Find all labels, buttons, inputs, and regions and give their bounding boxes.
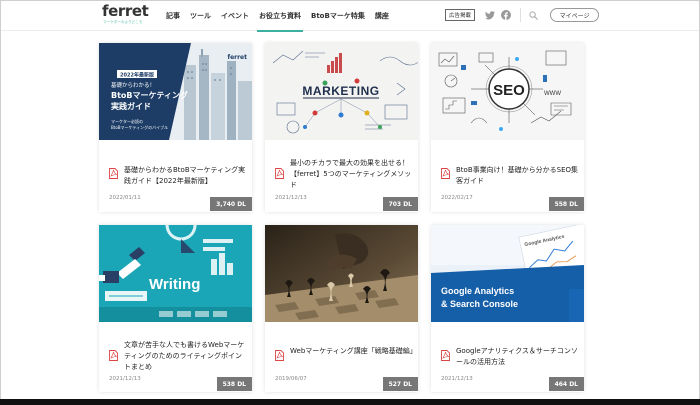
thumb-line3: 実践ガイド	[111, 101, 151, 111]
card-title[interactable]: Googleアナリティクス＆サーチコンソールの活用方法	[456, 346, 580, 368]
nav-articles[interactable]: 記事	[161, 1, 185, 31]
thumbnail-btob-guide: 2022年最新版 基礎からわかる！ BtoBマーケティング 実践ガイド マーケタ…	[99, 43, 252, 140]
thumbnail-seo: SEO WWW	[431, 43, 584, 140]
pdf-icon	[441, 168, 450, 179]
resource-card[interactable]: SEO WWW BtoB事業向け！基礎から分かるSEO集客ガイド 2022/02…	[431, 43, 584, 212]
thumb-word: MARKETING	[302, 84, 379, 98]
thumb-word: Writing	[149, 276, 200, 293]
nav-tools[interactable]: ツール	[185, 1, 216, 31]
resource-card[interactable]: Writing 文章が苦手な人でも書けるWebマーケティングのためのライティング…	[99, 225, 252, 392]
nav-btob-feature[interactable]: BtoBマーケ特集	[306, 1, 370, 31]
thumb-badge: 2022年最新版	[120, 72, 154, 79]
thumb-line1: 基礎からわかる！	[111, 81, 155, 89]
site-header: ferret マーケターのよりどころ 記事 ツール イベント お役立ち資料 Bt…	[1, 1, 699, 32]
pdf-icon	[275, 350, 284, 361]
thumbnail-google-analytics: Google Analytics Google Analytics & Sear…	[431, 225, 584, 322]
card-title[interactable]: 文章が苦手な人でも書けるWebマーケティングのためのライティングポイントまとめ	[124, 340, 248, 373]
download-count-badge: 3,740 DL	[210, 197, 252, 211]
thumb-line2: BtoBマーケティング	[111, 90, 188, 100]
header-right: 広告掲載 マイページ	[445, 8, 600, 22]
thumb-foot2: BtoBマーケティングのバイブル	[111, 124, 168, 130]
pdf-icon	[109, 350, 118, 361]
site-logo[interactable]: ferret マーケターのよりどころ	[102, 2, 149, 27]
thumb-brand: ferret	[227, 54, 247, 61]
thumbnail-chess	[265, 225, 418, 322]
ad-placement-button[interactable]: 広告掲載	[445, 9, 476, 21]
thumb-line2: & Search Console	[441, 299, 518, 309]
download-count-badge: 538 DL	[216, 377, 252, 391]
download-count-badge: 703 DL	[382, 197, 418, 211]
search-icon[interactable]	[528, 10, 538, 20]
card-title[interactable]: Webマーケティング講座「戦略基礎編」	[290, 346, 417, 357]
download-count-badge: 558 DL	[548, 197, 584, 211]
logo-tagline: マーケターのよりどころ	[103, 20, 143, 24]
nav-resources[interactable]: お役立ち資料	[254, 1, 306, 32]
thumbnail-writing: Writing	[99, 225, 252, 322]
resource-card[interactable]: Google Analytics Google Analytics & Sear…	[431, 225, 584, 392]
twitter-icon[interactable]	[485, 10, 496, 20]
mypage-button[interactable]: マイページ	[550, 8, 600, 22]
card-date: 2019/06/07	[275, 376, 307, 382]
card-title[interactable]: 基礎からわかるBtoBマーケティング実践ガイド【2022年最新版】	[124, 165, 248, 187]
window-bottom-edge	[0, 399, 700, 405]
thumbnail-marketing: MARKETING	[265, 43, 418, 140]
resource-card[interactable]: 2022年最新版 基礎からわかる！ BtoBマーケティング 実践ガイド マーケタ…	[99, 43, 252, 212]
card-title[interactable]: 最小のチカラで最大の効果を出せる！【ferret】5つのマーケティングメソッド	[290, 158, 414, 191]
card-date: 2021/12/13	[109, 376, 141, 382]
thumb-www: WWW	[544, 91, 561, 97]
thumb-foot1: マーケター必読の	[111, 118, 143, 124]
download-count-badge: 527 DL	[382, 377, 418, 391]
logo-word: ferret	[102, 2, 149, 20]
thumb-word: SEO	[493, 82, 525, 99]
nav-courses[interactable]: 講座	[370, 1, 394, 31]
card-date: 2022/01/11	[109, 195, 141, 201]
pdf-icon	[441, 350, 450, 361]
pdf-icon	[275, 168, 284, 179]
main-nav: 記事 ツール イベント お役立ち資料 BtoBマーケ特集 講座	[161, 1, 394, 32]
download-count-badge: 464 DL	[548, 377, 584, 391]
nav-events[interactable]: イベント	[216, 1, 254, 31]
card-title[interactable]: BtoB事業向け！基礎から分かるSEO集客ガイド	[456, 165, 580, 187]
card-date: 2021/12/13	[441, 376, 473, 382]
resource-card[interactable]: Webマーケティング講座「戦略基礎編」 2019/06/07 527 DL	[265, 225, 418, 392]
facebook-icon[interactable]	[501, 10, 512, 20]
card-date: 2022/02/17	[441, 195, 473, 201]
pdf-icon	[109, 168, 118, 179]
header-divider	[520, 8, 522, 22]
thumb-line1: Google Analytics	[441, 286, 514, 296]
card-date: 2021/12/13	[275, 195, 307, 201]
resource-card[interactable]: MARKETING 最小のチカラで最大の効果を出せる！【ferret】5つのマー…	[265, 43, 418, 212]
